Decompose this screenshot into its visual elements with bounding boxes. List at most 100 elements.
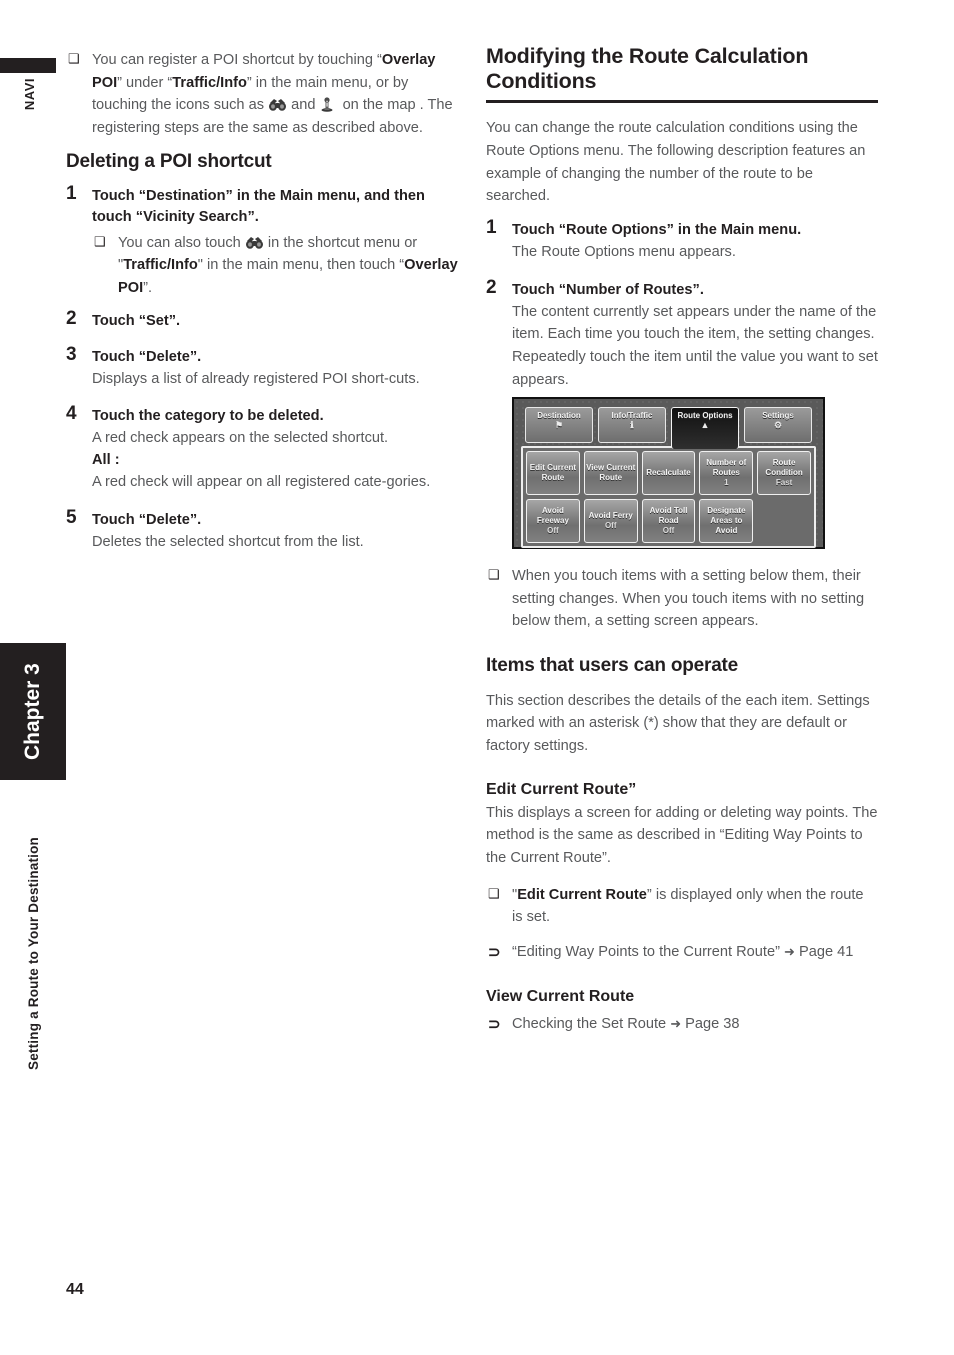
step-3: 3 Touch “Delete”. Displays a list of alr…: [66, 343, 458, 391]
step-1-note-text: You can also touch in the shortcut menu …: [118, 234, 458, 296]
route-step-2-body: The content currently set appears under …: [512, 303, 878, 388]
nav-tab-info-traffic[interactable]: Info/Traffic ℹ: [598, 407, 666, 444]
nav-tab-settings-label: Settings: [762, 411, 794, 421]
nav-button-number-of-routes-setting: 1: [724, 478, 729, 488]
page-title: Modifying the Route Calculation Conditio…: [486, 44, 809, 93]
nav-button-number-of-routes[interactable]: Number of Routes 1: [699, 451, 754, 496]
nav-button-avoid-freeway[interactable]: Avoid Freeway Off: [526, 499, 580, 544]
reference-editing-way-points[interactable]: “Editing Way Points to the Current Route…: [486, 941, 878, 964]
nav-button-number-of-routes-label: Number of Routes: [706, 458, 747, 478]
route-step-2-title: Touch “Number of Routes”.: [512, 281, 704, 298]
nav-button-designate-areas-to-avoid-label: Designate Areas to Avoid: [707, 506, 746, 536]
nav-button-route-condition[interactable]: Route Condition Fast: [757, 451, 811, 496]
route-step-2-number: 2: [486, 276, 497, 298]
nav-button-view-current-route-label: View Current Route: [586, 463, 636, 483]
arrow-right-icon: [670, 1016, 681, 1032]
nav-button-avoid-ferry-label: Avoid Ferry: [588, 511, 633, 521]
right-column: Modifying the Route Calculation Conditio…: [486, 44, 878, 1048]
nav-button-recalculate[interactable]: Recalculate: [641, 451, 696, 496]
reference-editing-way-points-text: “Editing Way Points to the Current Route…: [512, 944, 853, 960]
route-step-1-number: 1: [486, 216, 497, 238]
nav-button-edit-current-route[interactable]: Edit Current Route: [526, 451, 580, 496]
step-4-sub-label: All :: [92, 452, 120, 469]
route-step-1: 1 Touch “Route Options” in the Main menu…: [486, 216, 878, 264]
step-2-title: Touch “Set”.: [92, 313, 181, 330]
left-column: You can register a POI shortcut by touch…: [66, 44, 458, 566]
step-4-body-2: A red check will appear on all registere…: [92, 474, 431, 491]
subheading-edit-current-route: Edit Current Route”: [486, 780, 637, 798]
nav-tab-settings[interactable]: Settings ⚙: [744, 407, 812, 444]
navi-black-bar: [0, 58, 56, 73]
chapter-subtitle: Setting a Route to Your Destination: [26, 836, 41, 1070]
edit-current-route-note-text: "Edit Current Route” is displayed only w…: [512, 886, 864, 926]
page-subheading-deleting-poi: Deleting a POI shortcut: [66, 151, 272, 173]
nav-button-grid: Edit Current Route View Current Route Re…: [521, 446, 816, 549]
nav-button-row-2: Avoid Freeway Off Avoid Ferry Off Avoid …: [526, 499, 811, 544]
info-marker-icon: ℹ: [630, 420, 634, 431]
arrow-right-icon: [784, 944, 795, 960]
nav-button-route-condition-label: Route Condition: [765, 458, 803, 478]
route-step-1-body: The Route Options menu appears.: [512, 244, 736, 261]
square-bullet-icon: [488, 886, 500, 903]
screenshot-note: When you touch items with a setting belo…: [486, 565, 878, 633]
square-bullet-icon: [488, 567, 500, 584]
step-1-title: Touch “Destination” in the Main menu, an…: [92, 188, 425, 226]
intro-paragraph: You can change the route calculation con…: [486, 120, 866, 205]
nav-tab-bar: Destination ⚑ Info/Traffic ℹ Route Optio…: [521, 405, 816, 450]
nav-button-designate-areas-to-avoid[interactable]: Designate Areas to Avoid: [699, 499, 754, 544]
nav-button-avoid-toll-road-label: Avoid Toll Road: [649, 506, 688, 526]
cross-reference-icon: [488, 1015, 501, 1035]
nav-tab-destination[interactable]: Destination ⚑: [525, 407, 593, 444]
nav-button-avoid-freeway-label: Avoid Freeway: [536, 506, 569, 526]
reference-checking-set-route[interactable]: Checking the Set Route Page 38: [486, 1013, 878, 1036]
step-1-number: 1: [66, 183, 77, 205]
route-step-2: 2 Touch “Number of Routes”. The content …: [486, 276, 878, 392]
edit-current-route-paragraph: This displays a screen for adding or del…: [486, 804, 878, 866]
screenshot-note-text: When you touch items with a setting belo…: [512, 568, 865, 630]
nav-button-avoid-freeway-setting: Off: [547, 526, 559, 536]
subheading-view-current-route: View Current Route: [486, 988, 635, 1006]
nav-button-avoid-toll-road[interactable]: Avoid Toll Road Off: [641, 499, 696, 544]
route-options-screen-figure: Destination ⚑ Info/Traffic ℹ Route Optio…: [512, 397, 825, 550]
step-4-body: A red check appears on the selected shor…: [92, 430, 389, 447]
step-4: 4 Touch the category to be deleted. A re…: [66, 403, 458, 494]
nav-button-route-condition-setting: Fast: [775, 478, 793, 488]
sidebar: NAVI Chapter 3 Setting a Route to Your D…: [0, 0, 84, 1355]
nav-tab-destination-label: Destination: [537, 411, 581, 421]
nav-button-avoid-ferry[interactable]: Avoid Ferry Off: [583, 499, 638, 544]
chapter-tab-label: Chapter 3: [21, 663, 44, 760]
title-rule: [486, 100, 878, 104]
reference-checking-set-route-text: Checking the Set Route Page 38: [512, 1016, 740, 1032]
step-5-title: Touch “Delete”.: [92, 511, 202, 528]
nav-button-row-1: Edit Current Route View Current Route Re…: [526, 451, 811, 496]
nav-tab-route-options-label: Route Options: [677, 411, 733, 421]
step-5-body: Deletes the selected shortcut from the l…: [92, 533, 364, 550]
checkered-flag-icon: ⚑: [554, 420, 564, 431]
nav-button-avoid-ferry-setting: Off: [604, 521, 617, 531]
nav-button-avoid-toll-road-setting: Off: [662, 526, 675, 536]
nav-button-empty-slot: [757, 499, 811, 543]
step-2: 2 Touch “Set”.: [66, 308, 458, 332]
step-3-title: Touch “Delete”.: [92, 348, 202, 365]
page-number: 44: [66, 1281, 84, 1298]
intro-note-text: You can register a POI shortcut by touch…: [92, 52, 453, 136]
step-3-body: Displays a list of already registered PO…: [92, 370, 420, 387]
nav-tab-info-traffic-label: Info/Traffic: [611, 411, 653, 421]
step-5-number: 5: [66, 506, 77, 528]
nav-button-recalculate-label: Recalculate: [646, 468, 691, 478]
cross-reference-icon: [488, 943, 501, 963]
step-2-number: 2: [66, 308, 77, 330]
route-fork-icon: ▲: [700, 420, 710, 431]
step-3-number: 3: [66, 343, 77, 365]
route-step-1-title: Touch “Route Options” in the Main menu.: [512, 221, 802, 238]
nav-button-view-current-route[interactable]: View Current Route: [583, 451, 638, 496]
navi-label: NAVI: [22, 78, 37, 111]
intro-note: You can register a POI shortcut by touch…: [66, 49, 458, 139]
nav-tab-route-options[interactable]: Route Options ▲: [671, 407, 739, 450]
binoculars-icon: [268, 97, 287, 112]
info-marker-icon: [320, 97, 339, 113]
square-bullet-icon: [68, 51, 80, 68]
gear-wrench-icon: ⚙: [773, 420, 783, 431]
step-4-title: Touch the category to be deleted.: [92, 408, 324, 425]
chapter-tab: Chapter 3: [0, 643, 66, 780]
